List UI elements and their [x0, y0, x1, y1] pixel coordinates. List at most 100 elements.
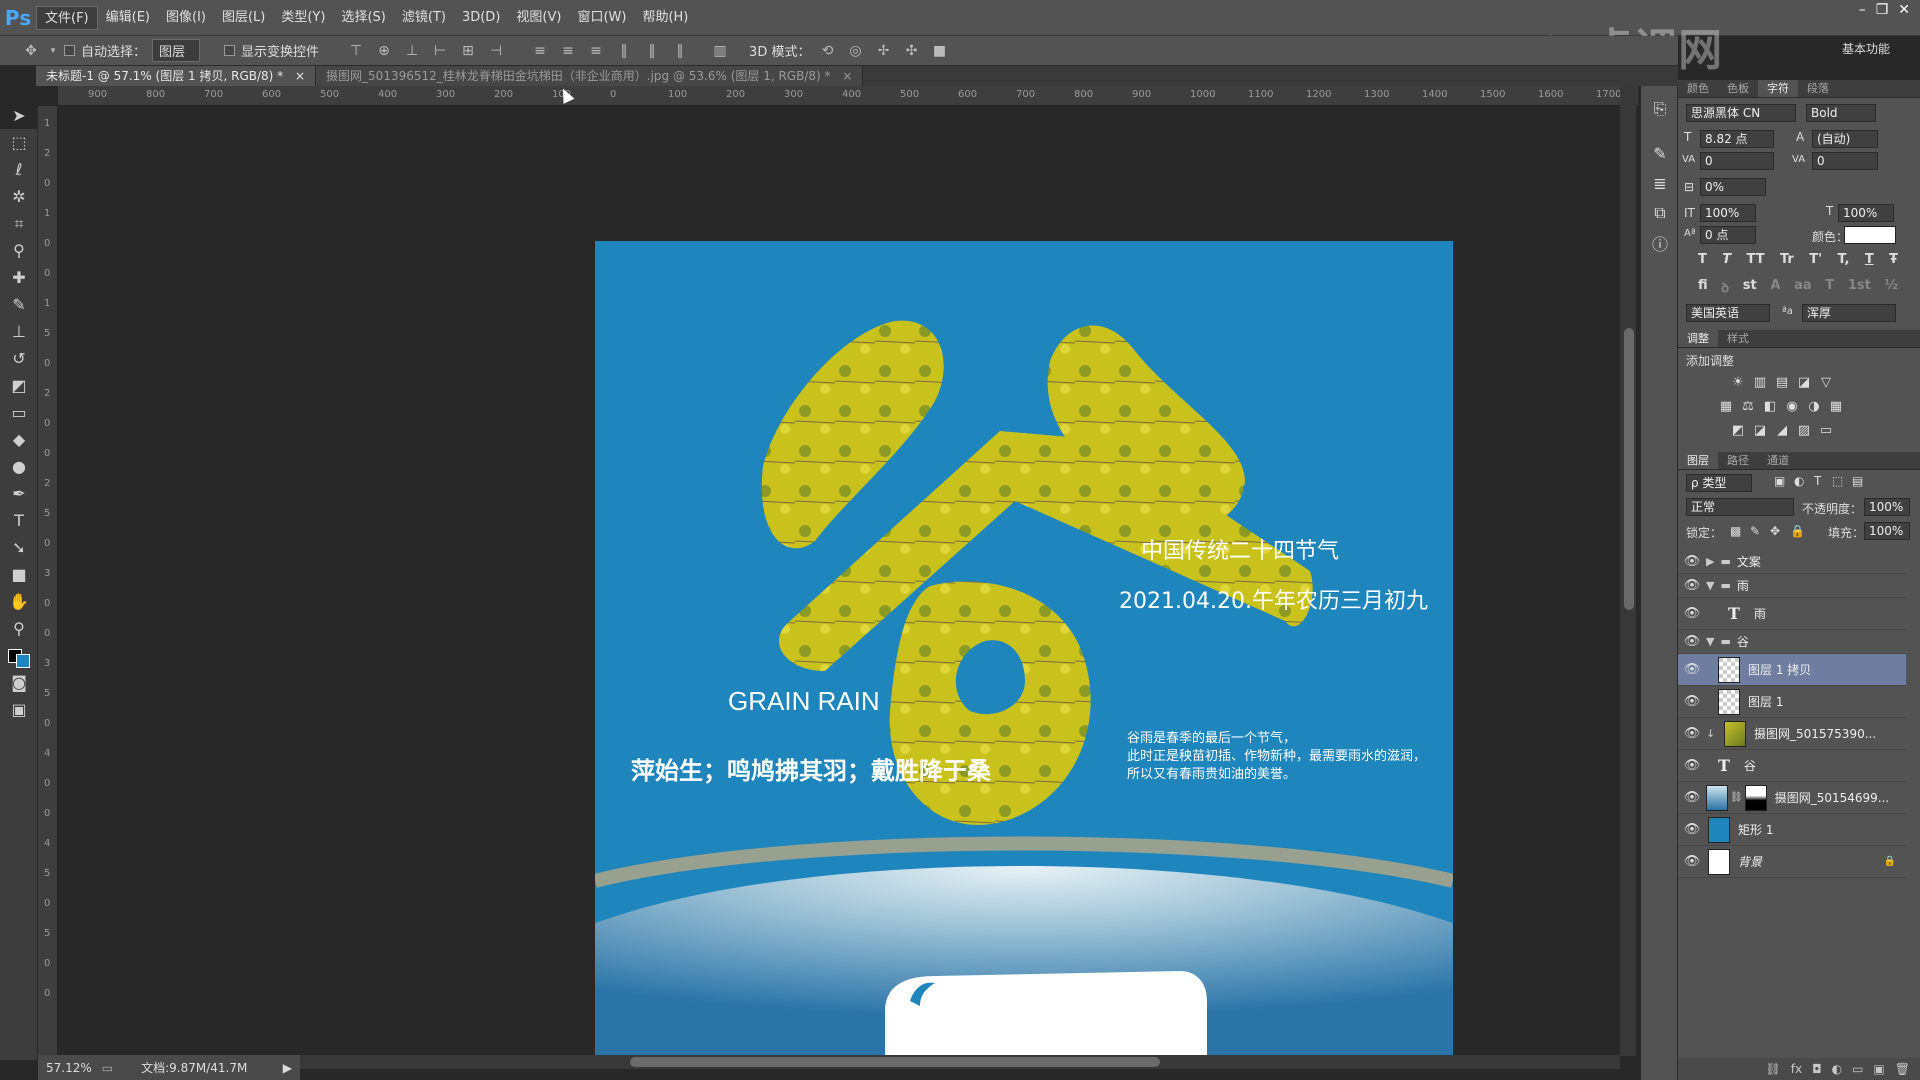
tab-styles[interactable]: 样式: [1718, 330, 1758, 347]
mask-link-icon[interactable]: ⛓: [1730, 792, 1743, 803]
visibility-eye-icon[interactable]: 👁: [1678, 694, 1706, 709]
new-adjustment-icon[interactable]: ◐: [1832, 1062, 1842, 1076]
quick-mask-icon[interactable]: ◙: [0, 669, 38, 696]
eraser-tool-icon[interactable]: ◩: [0, 372, 38, 399]
lock-all-icon[interactable]: 🔒: [1790, 524, 1805, 538]
tab-paths[interactable]: 路径: [1718, 452, 1758, 469]
layer-row-grain-group[interactable]: 👁 ▼ ▬ 谷: [1678, 630, 1906, 654]
stamp-tool-icon[interactable]: ⊥: [0, 318, 38, 345]
distribute-left-icon[interactable]: ‖: [613, 43, 635, 59]
menu-image[interactable]: 图像(I): [158, 6, 214, 30]
color-swatches-icon[interactable]: [0, 642, 38, 669]
healing-brush-icon[interactable]: ✚: [0, 264, 38, 291]
align-top-icon[interactable]: ⊤: [345, 43, 367, 59]
antialias-select[interactable]: 浑厚: [1802, 304, 1896, 322]
3d-scale-icon[interactable]: ■: [928, 43, 950, 59]
expand-arrow-icon[interactable]: ▼: [1706, 579, 1714, 592]
menu-type[interactable]: 类型(Y): [273, 6, 333, 30]
3d-pan-icon[interactable]: ✢: [872, 43, 894, 59]
menu-layer[interactable]: 图层(L): [214, 6, 273, 30]
lock-paint-icon[interactable]: ✎: [1750, 524, 1760, 538]
menu-window[interactable]: 窗口(W): [569, 6, 634, 30]
baseline-field[interactable]: 0 点: [1700, 226, 1756, 244]
screen-mode-icon[interactable]: ▣: [0, 696, 38, 723]
horizontal-scale-field[interactable]: 100%: [1838, 204, 1894, 222]
filter-pixel-icon[interactable]: ▣: [1774, 474, 1785, 488]
horizontal-scroll-thumb[interactable]: [630, 1057, 1160, 1067]
color-lookup-icon[interactable]: ▦: [1828, 400, 1844, 414]
visibility-eye-icon[interactable]: 👁: [1678, 726, 1706, 741]
black-white-icon[interactable]: ◧: [1762, 400, 1778, 414]
clone-source-icon[interactable]: ⧉: [1641, 198, 1679, 228]
path-select-icon[interactable]: ➘: [0, 534, 38, 561]
layer-row-rain-group[interactable]: 👁 ▼ ▬ 雨: [1678, 574, 1906, 598]
canvas-area[interactable]: 中国传统二十四节气 2021.04.20.午年农历三月初九 GRAIN RAIN…: [58, 106, 1638, 1056]
auto-select-checkbox[interactable]: [64, 45, 75, 56]
show-transform-checkbox[interactable]: [224, 45, 236, 56]
language-select[interactable]: 美国英语: [1686, 304, 1770, 322]
distribute-bottom-icon[interactable]: ≡: [585, 43, 607, 59]
photo-filter-icon[interactable]: ◉: [1784, 400, 1800, 414]
zoom-tool-icon[interactable]: ⚲: [0, 615, 38, 642]
trash-icon[interactable]: 🗑: [1895, 1062, 1910, 1076]
threshold-icon[interactable]: ◢: [1774, 424, 1790, 438]
hue-sat-icon[interactable]: ▦: [1718, 400, 1734, 414]
tab-layers[interactable]: 图层: [1678, 452, 1718, 469]
opacity-field[interactable]: 100%: [1864, 498, 1910, 516]
layer-row-grain-text[interactable]: 👁 T 谷: [1678, 750, 1906, 782]
tab-swatches[interactable]: 色板: [1718, 80, 1758, 97]
faux-bold-button[interactable]: T: [1698, 252, 1707, 272]
curves-icon[interactable]: ▤: [1774, 376, 1790, 390]
exposure-icon[interactable]: ◪: [1796, 376, 1812, 390]
levels-icon[interactable]: ▥: [1752, 376, 1768, 390]
align-vcenter-icon[interactable]: ⊕: [373, 43, 395, 59]
pen-tool-icon[interactable]: ✒: [0, 480, 38, 507]
link-layers-icon[interactable]: ⛓: [1766, 1062, 1781, 1076]
rectangle-tool-icon[interactable]: ■: [0, 561, 38, 588]
distribute-vcenter-icon[interactable]: ≡: [557, 43, 579, 59]
tab-adjustments[interactable]: 调整: [1678, 330, 1718, 347]
brush-panel-icon[interactable]: ✎: [1641, 138, 1679, 168]
menu-view[interactable]: 视图(V): [508, 6, 569, 30]
distribute-top-icon[interactable]: ≡: [529, 43, 551, 59]
magic-wand-icon[interactable]: ✲: [0, 183, 38, 210]
gradient-map-icon[interactable]: ▭: [1818, 424, 1834, 438]
filter-adjust-icon[interactable]: ◐: [1794, 474, 1804, 488]
swash-button[interactable]: A: [1770, 278, 1780, 298]
blend-mode-select[interactable]: 正常: [1686, 498, 1794, 516]
visibility-eye-icon[interactable]: 👁: [1678, 790, 1706, 805]
tracking-field[interactable]: 0: [1812, 152, 1878, 170]
menu-filter[interactable]: 滤镜(T): [394, 6, 454, 30]
dodge-tool-icon[interactable]: ●: [0, 453, 38, 480]
minimize-button[interactable]: –: [1859, 2, 1866, 18]
fractions-button[interactable]: ½: [1884, 278, 1897, 298]
new-group-icon[interactable]: ▭: [1852, 1062, 1863, 1076]
layer-row-rain-text[interactable]: 👁 T 雨: [1678, 598, 1906, 630]
gradient-tool-icon[interactable]: ▭: [0, 399, 38, 426]
menu-help[interactable]: 帮助(H): [634, 6, 696, 30]
visibility-eye-icon[interactable]: 👁: [1678, 758, 1706, 773]
info-panel-icon[interactable]: ⓘ: [1641, 228, 1679, 258]
tab-paragraph[interactable]: 段落: [1798, 80, 1838, 97]
align-hcenter-icon[interactable]: ⊞: [457, 43, 479, 59]
type-tool-icon[interactable]: T: [0, 507, 38, 534]
close-icon[interactable]: ×: [842, 69, 852, 83]
workspace-switcher[interactable]: 基本功能: [1842, 40, 1890, 57]
layer-filter-select[interactable]: ρ 类型: [1686, 474, 1752, 492]
layer-row-photo-masked[interactable]: 👁 ⛓ 摄图网_50154699...: [1678, 782, 1906, 814]
close-icon[interactable]: ×: [295, 69, 305, 83]
marquee-tool-icon[interactable]: ⬚: [0, 129, 38, 156]
add-mask-icon[interactable]: ◘: [1812, 1062, 1822, 1076]
history-panel-icon[interactable]: ⎘: [1641, 94, 1679, 124]
properties-panel-icon[interactable]: ≣: [1641, 168, 1679, 198]
move-tool-icon[interactable]: ✥: [20, 43, 42, 59]
lock-position-icon[interactable]: ✥: [1770, 524, 1780, 538]
tab-channels[interactable]: 通道: [1758, 452, 1798, 469]
filter-shape-icon[interactable]: ⬚: [1832, 474, 1843, 488]
ordinals-button[interactable]: 1st: [1848, 278, 1871, 298]
visibility-eye-icon[interactable]: 👁: [1678, 854, 1706, 869]
blur-tool-icon[interactable]: ◆: [0, 426, 38, 453]
menu-edit[interactable]: 编辑(E): [98, 6, 158, 30]
ligature-button[interactable]: fi: [1698, 278, 1708, 298]
channel-mixer-icon[interactable]: ◑: [1806, 400, 1822, 414]
